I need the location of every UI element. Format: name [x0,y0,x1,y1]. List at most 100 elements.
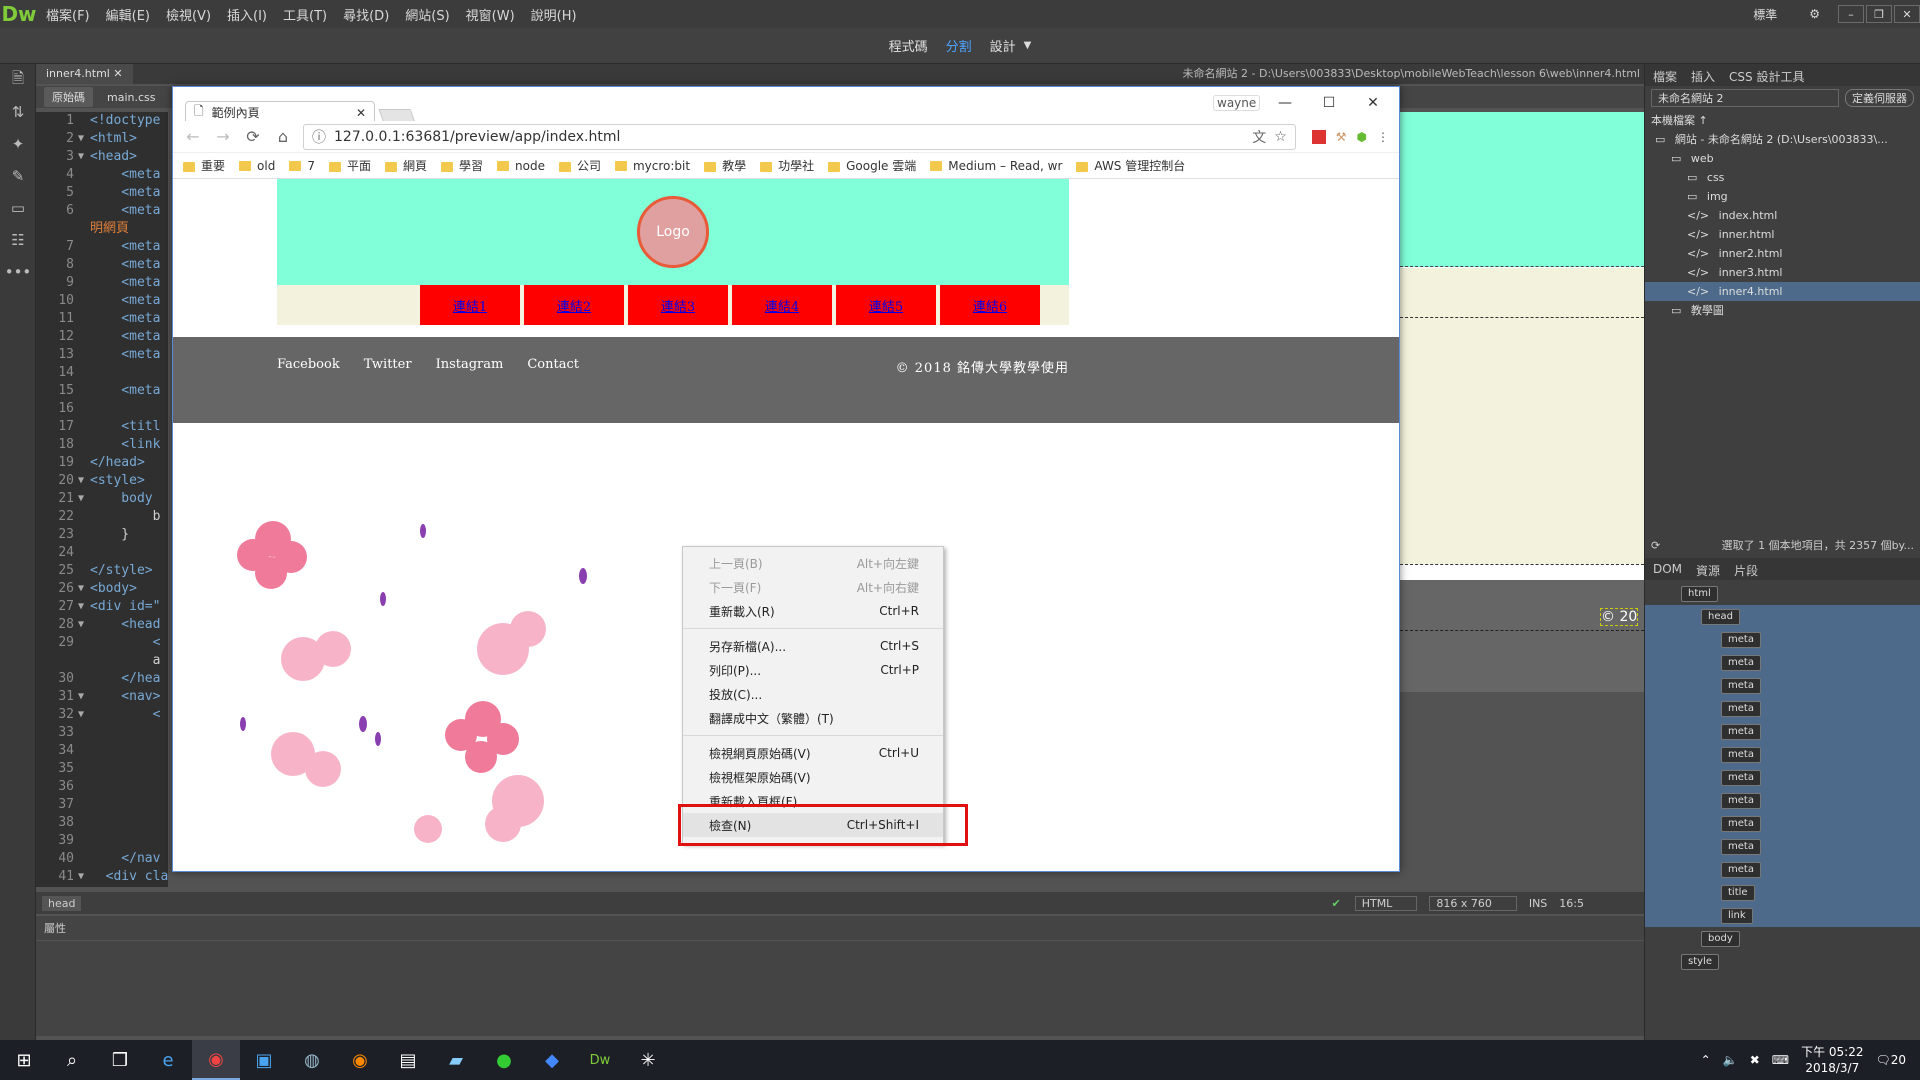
fold-icon[interactable]: ▼ [78,580,90,598]
design-view[interactable]: © 20 [1390,112,1644,692]
file-tree-item[interactable]: </> inner.html [1645,225,1920,244]
translate-icon[interactable]: 文 [1252,127,1266,147]
fold-icon[interactable] [78,202,90,220]
fold-icon[interactable] [78,454,90,472]
brush-icon[interactable]: ✎ [0,160,36,192]
define-server-button[interactable]: 定義伺服器 [1845,89,1914,107]
refresh-icon[interactable]: ⟳ [1651,539,1660,552]
source-code-tab[interactable]: 原始碼 [44,87,93,107]
footer-link[interactable]: Contact [527,357,579,372]
home-icon[interactable]: ⌂ [273,127,293,146]
bookmark-item[interactable]: 公司 [558,157,601,174]
nav-link[interactable]: 連結3 [628,285,728,325]
restore-button[interactable]: ❐ [1866,5,1892,23]
dom-node[interactable]: meta [1645,858,1920,881]
file-tree-item[interactable]: ▭ 網站 - 未命名網站 2 (D:\Users\003833\... [1645,130,1920,149]
fold-icon[interactable] [78,742,90,760]
context-menu-item[interactable]: 另存新檔(A)... Ctrl+S [683,634,943,658]
code-view-button[interactable]: 程式碼 [889,36,928,55]
back-icon[interactable]: ← [183,127,203,146]
fold-icon[interactable] [78,382,90,400]
dom-node[interactable]: meta [1645,812,1920,835]
menu-item[interactable]: 編輯(E) [98,5,158,24]
fold-icon[interactable] [78,184,90,202]
nav-link[interactable]: 連結1 [420,285,520,325]
dom-node[interactable]: html [1645,582,1920,605]
fold-icon[interactable]: ▼ [78,130,90,148]
dom-node[interactable]: meta [1645,628,1920,651]
extension-hammer-icon[interactable]: ⚒ [1336,130,1347,144]
file-tree-item[interactable]: ▭ 教學圖 [1645,301,1920,320]
file-tree-item[interactable]: </> inner4.html [1645,282,1920,301]
tab-snippets[interactable]: 片段 [1734,562,1758,578]
main-css-tab[interactable]: main.css [99,89,164,106]
fold-icon[interactable]: ▼ [78,868,90,886]
dom-node[interactable]: meta [1645,697,1920,720]
fold-icon[interactable] [78,274,90,292]
fold-icon[interactable] [78,670,90,688]
fold-icon[interactable]: ▼ [78,490,90,508]
bookmark-item[interactable]: Medium – Read, wr [930,159,1062,173]
fold-icon[interactable] [78,418,90,436]
bookmark-item[interactable]: 學習 [440,157,483,174]
footer-link[interactable]: Instagram [436,357,504,372]
fold-icon[interactable]: ▼ [78,472,90,490]
fold-icon[interactable] [78,652,90,670]
site-select[interactable]: 未命名網站 2 [1651,89,1839,107]
fold-icon[interactable] [78,112,90,130]
bookmark-item[interactable]: 網頁 [384,157,427,174]
bookmark-item[interactable]: AWS 管理控制台 [1076,157,1185,174]
bookmark-item[interactable]: 平面 [328,157,371,174]
snippet-icon[interactable]: ☷ [0,224,36,256]
fold-icon[interactable] [78,796,90,814]
bookmark-item[interactable]: 重要 [183,157,225,174]
extension-red-icon[interactable] [1311,129,1326,144]
file-tree-item[interactable]: </> index.html [1645,206,1920,225]
document-type-select[interactable]: HTML [1354,895,1418,911]
file-tree-item[interactable]: </> inner3.html [1645,263,1920,282]
fold-icon[interactable] [78,256,90,274]
menu-item[interactable]: 網站(S) [397,5,457,24]
bookmark-item[interactable]: 功學社 [760,157,814,174]
context-menu-item[interactable]: 檢視框架原始碼(V) [683,765,943,789]
tab-dom[interactable]: DOM [1653,562,1682,576]
menu-item[interactable]: 檢視(V) [158,5,219,24]
globe-icon[interactable]: ◍ [288,1040,336,1080]
more-icon[interactable]: ••• [0,256,36,288]
nav-link[interactable]: 連結5 [836,285,936,325]
context-menu-item[interactable]: 檢視網頁原始碼(V) Ctrl+U [683,741,943,765]
fold-icon[interactable] [78,850,90,868]
nav-link[interactable]: 連結6 [940,285,1040,325]
dom-node[interactable]: meta [1645,789,1920,812]
close-button[interactable]: ✕ [1894,5,1920,23]
bookmark-item[interactable]: 7 [289,159,315,173]
file-tree-item[interactable]: ▭ css [1645,168,1920,187]
slack-icon[interactable]: ✳ [624,1040,672,1080]
chrome-maximize-button[interactable]: ☐ [1307,91,1351,115]
line-icon[interactable]: ● [480,1040,528,1080]
fold-icon[interactable] [78,724,90,742]
info-icon[interactable]: ⓘ [312,127,326,147]
menu-item[interactable]: 檔案(F) [38,5,98,24]
url-input[interactable]: ⓘ 127.0.0.1:63681/preview/app/index.html… [303,123,1296,150]
dom-node[interactable]: meta [1645,720,1920,743]
fold-icon[interactable]: ▼ [78,616,90,634]
notes-icon[interactable]: ▰ [432,1040,480,1080]
split-view-button[interactable]: 分割 [946,36,972,55]
search-icon[interactable]: ⌕ [48,1040,96,1080]
menu-item[interactable]: 插入(I) [219,5,275,24]
terminal-icon[interactable]: ▤ [384,1040,432,1080]
comment-icon[interactable]: ▭ [0,192,36,224]
fold-icon[interactable] [78,364,90,382]
forward-icon[interactable]: → [213,127,233,146]
file-tree-item[interactable]: ▭ img [1645,187,1920,206]
context-menu-item[interactable]: 投放(C)... [683,682,943,706]
bookmark-item[interactable]: mycro:bit [614,159,690,173]
fold-icon[interactable]: ▼ [78,706,90,724]
file-tree-item[interactable]: </> inner2.html [1645,244,1920,263]
bookmark-item[interactable]: old [239,159,275,173]
menu-item[interactable]: 視窗(W) [458,5,523,24]
workspace-switcher[interactable]: 標準 [1753,6,1777,23]
context-menu-item[interactable]: 下一頁(F) Alt+向右鍵 [683,575,943,599]
fold-icon[interactable] [78,346,90,364]
